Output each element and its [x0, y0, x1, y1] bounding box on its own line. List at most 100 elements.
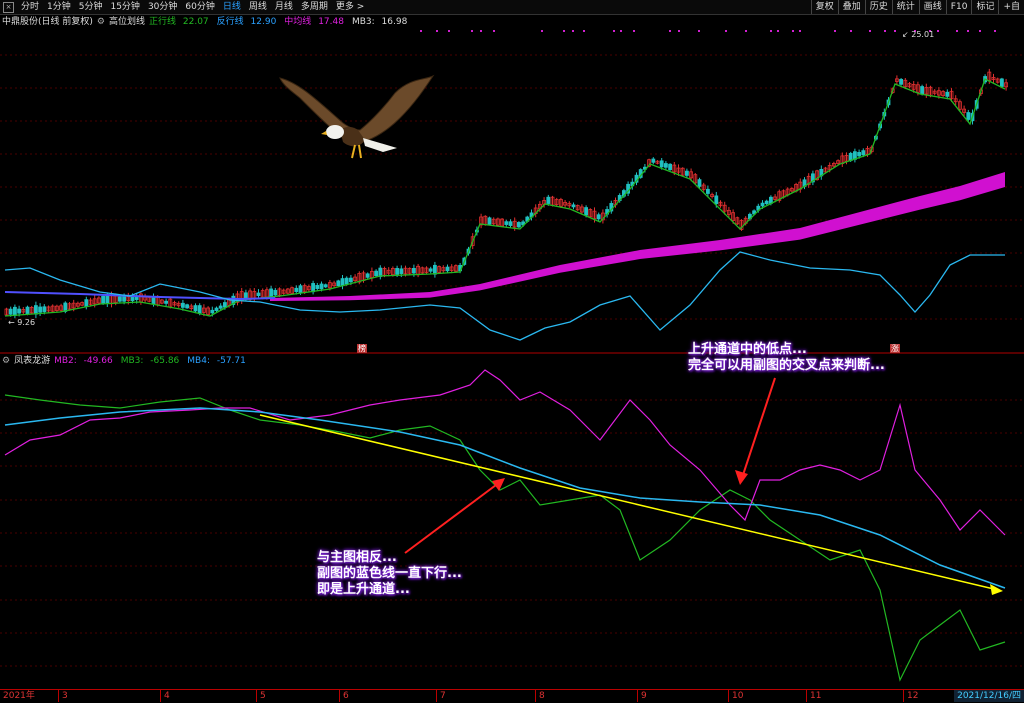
main-indicator-name[interactable]: 高位划线	[109, 17, 145, 27]
signal-dot	[448, 30, 450, 32]
candle-body	[571, 204, 576, 208]
candle-body	[668, 163, 672, 171]
candle-body	[378, 267, 383, 277]
candle-body	[243, 292, 248, 299]
candle-body	[428, 268, 433, 272]
candle-body	[546, 196, 551, 204]
candle-body	[12, 306, 17, 316]
low-price-label: ← 9.26	[8, 318, 36, 327]
month-label: 11	[806, 690, 821, 702]
month-label: 5	[256, 690, 266, 702]
signal-dot	[745, 30, 747, 32]
fanxing-line-early	[4, 291, 276, 301]
legend-mb2: MB2: -49.66	[54, 356, 113, 366]
annotation-bottom-line-1: 与主图相反...	[317, 550, 397, 565]
signal-dot	[698, 30, 700, 32]
annotation-bottom: 与主图相反... 副图的蓝色线一直下行... 即是上升通道...	[317, 550, 462, 598]
candle-body	[210, 309, 215, 314]
candle-body	[17, 308, 22, 314]
candle-body	[760, 202, 765, 207]
signal-dot	[669, 30, 671, 32]
candle-body	[197, 305, 202, 314]
candle-body	[685, 170, 689, 176]
candle-body	[134, 296, 139, 300]
candle-body	[256, 292, 261, 296]
signal-dot	[436, 30, 438, 32]
candle-body	[659, 160, 664, 168]
month-label: 6	[339, 690, 349, 702]
event-tag-zhang[interactable]: 涨	[890, 344, 900, 353]
candle-body	[340, 278, 345, 287]
candle-body	[319, 283, 324, 290]
candle-body	[445, 266, 450, 272]
signal-dot	[583, 30, 585, 32]
candle-body	[706, 188, 710, 194]
month-label: 3	[58, 690, 68, 702]
candle-body	[374, 270, 379, 277]
candle-body	[311, 283, 316, 293]
signal-dot	[420, 30, 422, 32]
signal-dot	[956, 30, 958, 32]
signal-dot	[777, 30, 779, 32]
candle-body	[180, 302, 185, 308]
candle-body	[399, 268, 404, 274]
event-tag-bang[interactable]: 榜	[357, 344, 367, 353]
candle-body	[193, 305, 198, 312]
annotation-top-line-1: 上升通道中的低点...	[688, 342, 807, 357]
red-arrow-bottom	[404, 481, 501, 554]
candle-body	[487, 217, 492, 225]
candle-body	[504, 221, 509, 225]
candle-body	[596, 214, 601, 220]
candle-body	[118, 296, 122, 302]
gear-icon[interactable]: ⚙	[97, 17, 105, 27]
candle-body	[42, 306, 47, 313]
signal-dot	[493, 30, 495, 32]
signal-dot	[633, 30, 635, 32]
candle-body	[222, 302, 227, 308]
main-chart-legend: 中鼎股份(日线 前复权) ⚙ 高位划线 正行线 22.07 反行线 12.90 中均线 1…	[2, 17, 415, 28]
candle-body	[764, 200, 769, 205]
candle-body	[185, 304, 190, 309]
candle-body	[298, 285, 303, 294]
month-label: 2021年	[3, 691, 35, 701]
candle-body	[857, 152, 861, 157]
signal-dot	[620, 30, 622, 32]
candle-body	[25, 306, 30, 315]
candle-body	[38, 306, 42, 313]
candle-body	[84, 299, 89, 307]
candle-body	[218, 305, 223, 309]
candle-body	[273, 289, 278, 296]
candle-body	[269, 288, 274, 298]
candle-body	[315, 285, 320, 289]
signal-dot	[834, 30, 836, 32]
signal-dot	[894, 30, 896, 32]
signal-dot	[563, 30, 565, 32]
legend-mb4: MB4: -57.71	[187, 356, 246, 366]
candle-body	[105, 295, 110, 304]
signal-dot	[572, 30, 574, 32]
gear-icon[interactable]: ⚙	[2, 356, 10, 366]
zhongjun-band	[270, 172, 1005, 301]
candle-body	[214, 307, 219, 311]
month-label: 4	[160, 690, 170, 702]
candle-body	[365, 273, 370, 278]
signal-dot	[678, 30, 680, 32]
candle-body	[348, 277, 353, 283]
signal-dot	[967, 30, 969, 32]
annotation-top: 上升通道中的低点... 完全可以用副图的交叉点来判断...	[688, 342, 885, 374]
month-label: 7	[436, 690, 446, 702]
month-label: 10	[728, 690, 743, 702]
signal-dot	[613, 30, 615, 32]
candle-body	[664, 163, 668, 168]
candle-body	[697, 179, 702, 187]
signal-dot	[869, 30, 871, 32]
candle-body	[945, 91, 950, 97]
candle-body	[714, 195, 719, 205]
stock-name[interactable]: 中鼎股份(日线 前复权)	[2, 17, 93, 27]
sub-indicator-name[interactable]: 凤表龙游	[14, 356, 50, 366]
signal-dot	[994, 30, 996, 32]
legend-zhongjun: 中均线 17.48	[284, 17, 344, 27]
signal-dot	[471, 30, 473, 32]
legend-mb3-main: MB3: 16.98	[351, 17, 408, 27]
candle-body	[861, 150, 866, 156]
